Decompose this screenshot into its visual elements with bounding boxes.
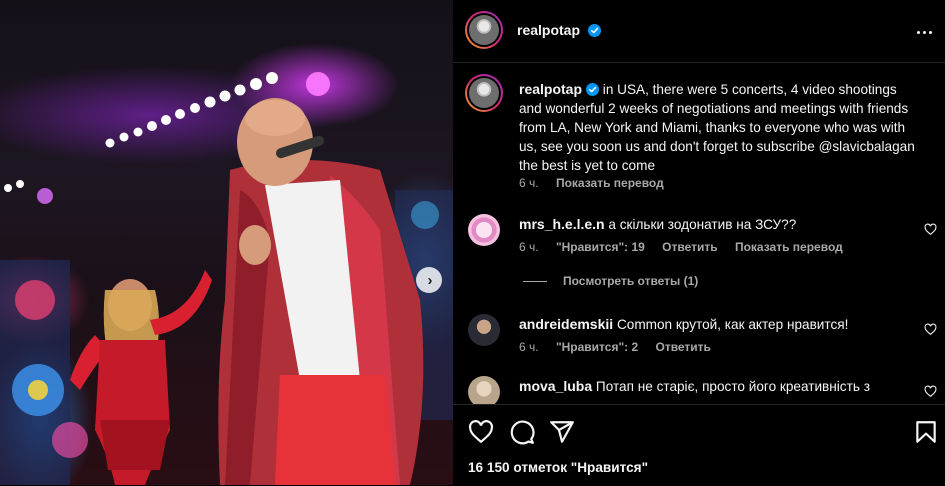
- comment-item: andreidemskii Common крутой, как актер н…: [519, 315, 919, 334]
- comment-username[interactable]: mrs_h.e.l.e.n: [519, 216, 605, 232]
- comment-item: mova_luba Потап не старіє, просто його к…: [519, 377, 919, 396]
- post-actions-bar: 16 150 отметок "Нравится": [453, 404, 945, 486]
- caption-time[interactable]: 6 ч.: [519, 176, 539, 190]
- more-options-icon: [915, 21, 933, 39]
- comment-text: а скільки зодонатив на ЗСУ??: [608, 217, 797, 232]
- heart-icon[interactable]: [924, 223, 937, 236]
- verified-badge-icon: [586, 83, 600, 96]
- comment-avatar[interactable]: [468, 214, 500, 246]
- caption-author-avatar[interactable]: [465, 74, 503, 112]
- bookmark-icon[interactable]: [913, 419, 939, 445]
- comment-likes[interactable]: "Нравится": 19: [556, 240, 645, 254]
- author-avatar[interactable]: [465, 11, 503, 49]
- comment-text: Common крутой, как актер нравится!: [616, 317, 849, 332]
- concert-scene-illustration: [0, 72, 453, 485]
- verified-badge-icon: [588, 24, 602, 37]
- chevron-right-icon: ›: [427, 271, 433, 289]
- comment-translate-link[interactable]: Показать перевод: [735, 240, 843, 254]
- post-header: realpotap: [453, 0, 945, 63]
- comment-username[interactable]: mova_luba: [519, 378, 592, 394]
- comments-section[interactable]: realpotap in USA, there were 5 concerts,…: [453, 63, 945, 404]
- view-replies-button[interactable]: Посмотреть ответы (1): [523, 274, 698, 288]
- comment-meta: 6 ч. "Нравится": 19 Ответить Показать пе…: [519, 240, 857, 254]
- comment-item: mrs_h.e.l.e.n а скільки зодонатив на ЗСУ…: [519, 215, 919, 234]
- comment-reply-button[interactable]: Ответить: [655, 340, 710, 354]
- comment-meta: 6 ч. "Нравится": 2 Ответить: [519, 340, 725, 354]
- post-details-panel: realpotap realpotap in USA, there were 5…: [453, 0, 945, 485]
- author-name-row: realpotap: [517, 22, 602, 40]
- comment-avatar[interactable]: [468, 376, 500, 404]
- comment-time[interactable]: 6 ч.: [519, 240, 539, 254]
- comment-text: Потап не старіє, просто його креативніст…: [595, 379, 870, 394]
- post-photo[interactable]: ›: [0, 0, 453, 485]
- caption-translate-link[interactable]: Показать перевод: [556, 176, 664, 190]
- comment-likes[interactable]: "Нравится": 2: [556, 340, 638, 354]
- likes-count[interactable]: 16 150 отметок "Нравится": [468, 460, 648, 475]
- male-performer: [218, 98, 424, 485]
- comment-time[interactable]: 6 ч.: [519, 340, 539, 354]
- comment-username[interactable]: andreidemskii: [519, 316, 613, 332]
- heart-icon[interactable]: [924, 323, 937, 336]
- caption-meta: 6 ч. Показать перевод: [519, 176, 678, 190]
- caption-username[interactable]: realpotap: [519, 81, 582, 97]
- share-icon[interactable]: [549, 419, 575, 445]
- heart-icon[interactable]: [468, 419, 494, 445]
- comment-avatar[interactable]: [468, 314, 500, 346]
- view-replies-label: Посмотреть ответы (1): [563, 274, 699, 288]
- more-options-button[interactable]: [912, 20, 936, 40]
- heart-icon[interactable]: [924, 385, 937, 398]
- author-username[interactable]: realpotap: [517, 22, 580, 38]
- female-performer: [70, 270, 212, 485]
- replies-divider: [523, 281, 547, 283]
- post-caption: realpotap in USA, there were 5 concerts,…: [519, 80, 919, 175]
- carousel-next-button[interactable]: ›: [416, 267, 442, 293]
- comment-icon[interactable]: [509, 419, 535, 445]
- comment-reply-button[interactable]: Ответить: [662, 240, 717, 254]
